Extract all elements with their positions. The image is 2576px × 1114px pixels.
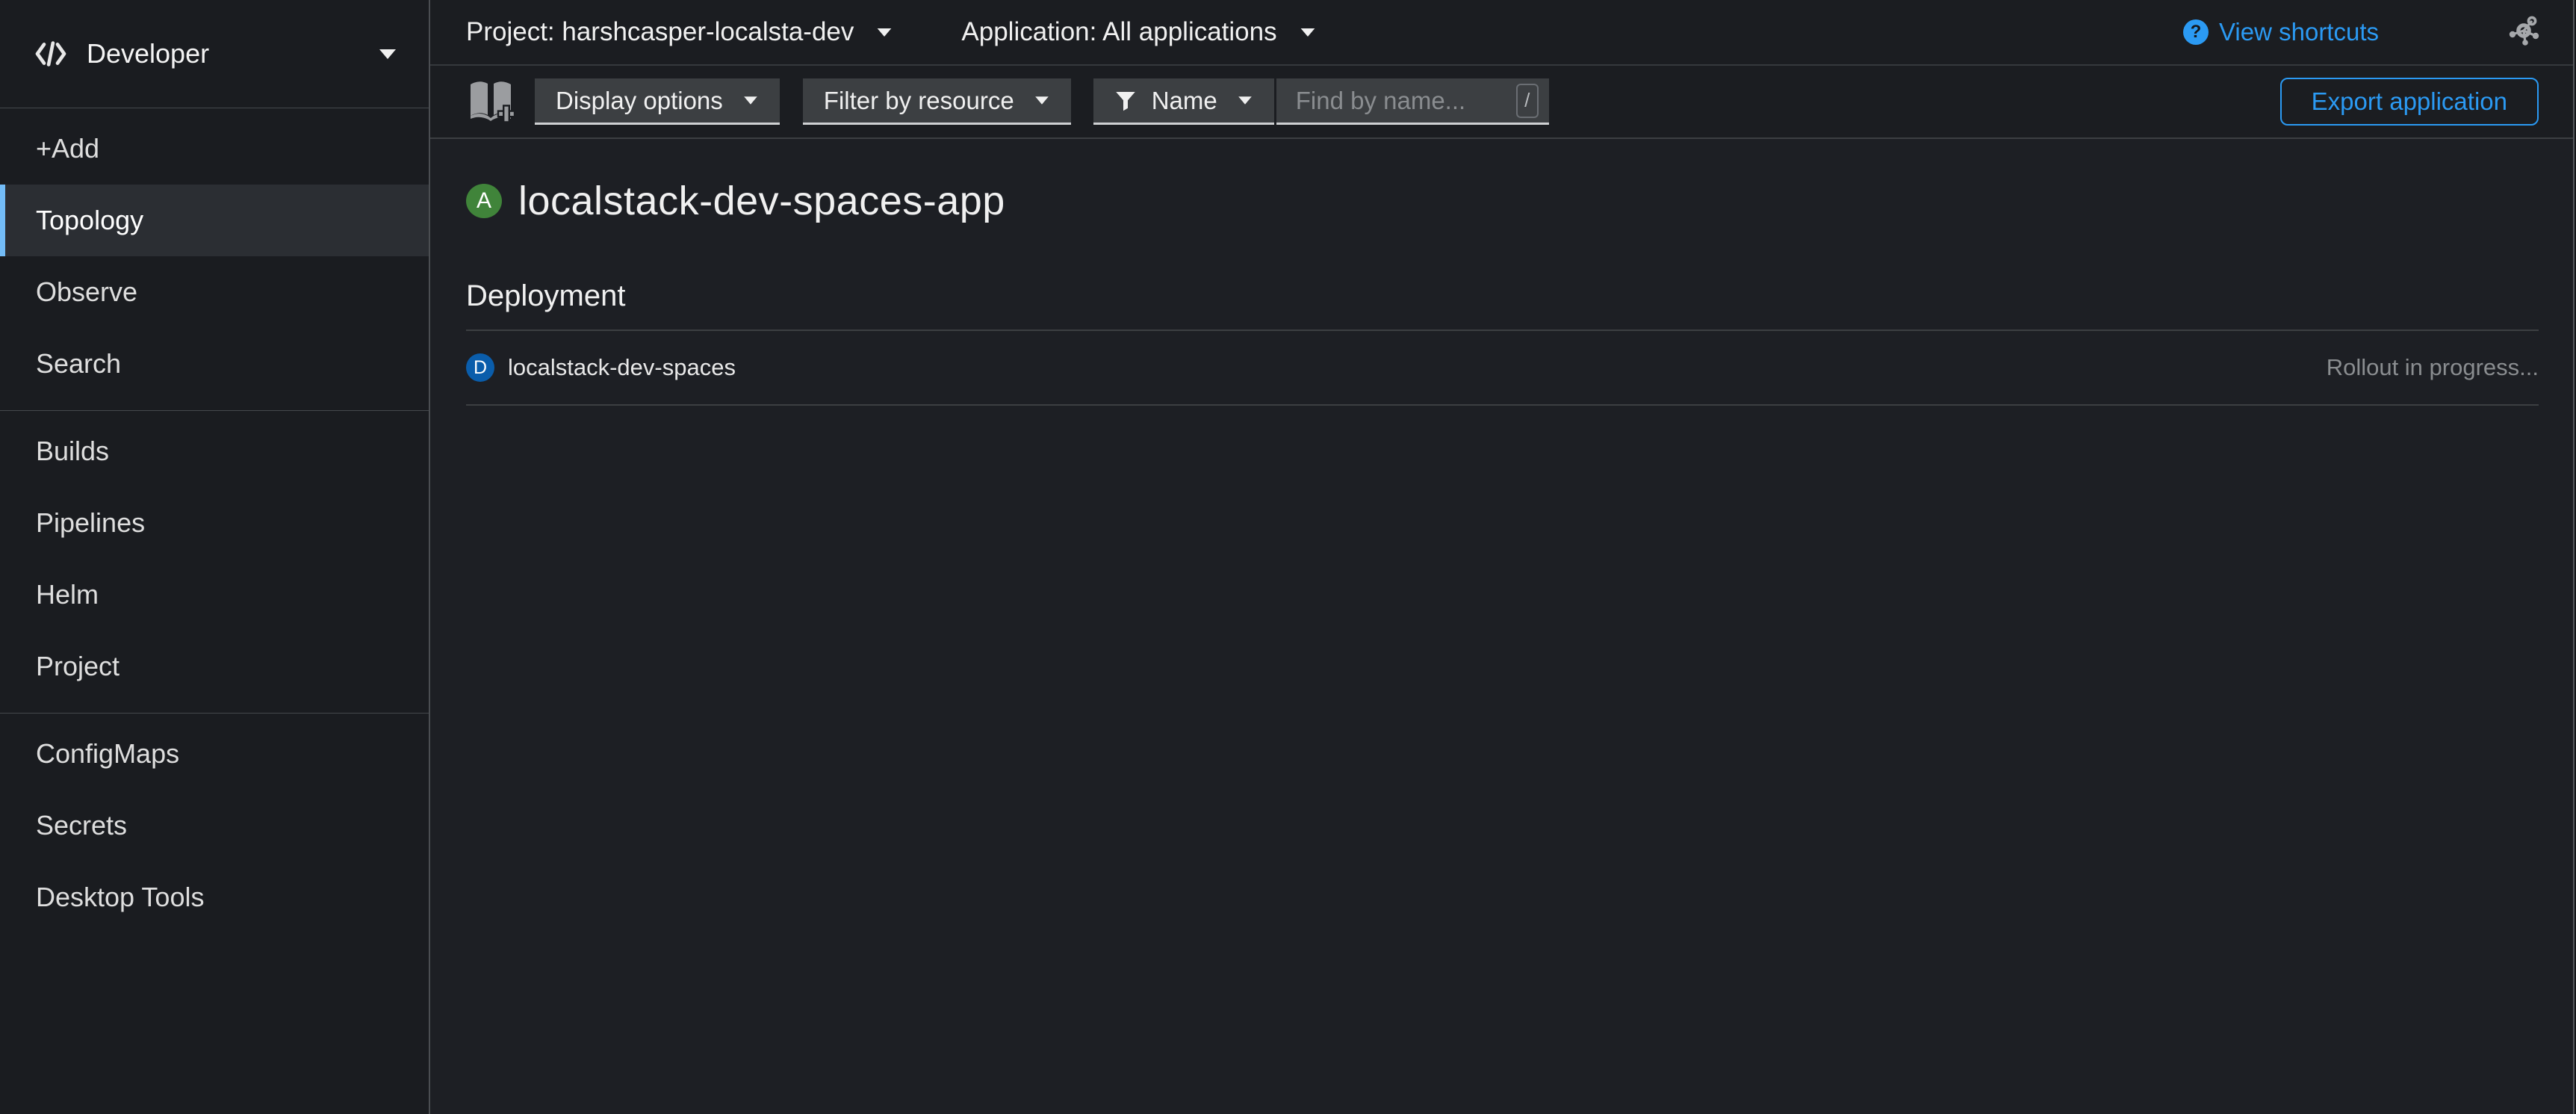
sidebar-item-add[interactable]: +Add [0,113,429,185]
application-group-header: A localstack-dev-spaces-app [466,178,2539,224]
project-dropdown[interactable]: Project: harshcasper-localsta-dev [466,17,893,47]
resource-kind-heading: Deployment [466,279,2539,313]
find-by-name-placeholder: Find by name... [1296,87,1465,115]
chevron-down-icon [1035,96,1049,104]
filter-by-resource-dropdown[interactable]: Filter by resource [803,78,1071,125]
export-application-button[interactable]: Export application [2280,78,2539,126]
main-area: Project: harshcasper-localsta-dev Applic… [430,0,2573,1114]
developer-code-icon [34,40,67,67]
deployment-status: Rollout in progress... [2327,354,2539,381]
sidebar: Developer +Add Topology Observe Search B… [0,0,430,1114]
chevron-down-icon [878,28,892,36]
application-badge: A [466,184,502,218]
sidebar-item-builds[interactable]: Builds [0,415,429,487]
topology-list-view: A localstack-dev-spaces-app Deployment D… [430,139,2573,1114]
chevron-down-icon [1238,96,1252,104]
deployment-row[interactable]: D localstack-dev-spaces Rollout in progr… [466,329,2539,406]
view-shortcuts-link[interactable]: ? View shortcuts [2183,18,2379,46]
perspective-label: Developer [87,38,379,69]
context-bar: Project: harshcasper-localsta-dev Applic… [430,0,2573,66]
display-options-dropdown[interactable]: Display options [535,78,780,125]
filter-type-dropdown[interactable]: Name [1093,78,1274,125]
deployment-badge: D [466,353,494,382]
display-options-label: Display options [556,87,723,115]
chevron-down-icon [1300,28,1315,36]
deployment-name[interactable]: localstack-dev-spaces [508,354,736,381]
context-selectors: Project: harshcasper-localsta-dev Applic… [466,17,1316,47]
nav-group-main: +Add Topology Observe Search [0,108,429,410]
sidebar-item-project[interactable]: Project [0,631,429,702]
chevron-down-icon [379,49,396,59]
nav-group-config: ConfigMaps Secrets Desktop Tools [0,714,429,944]
application-dropdown-label: Application: All applications [961,17,1276,47]
sidebar-item-topology[interactable]: Topology [0,185,429,256]
help-question-icon: ? [2183,19,2209,45]
slash-shortcut-badge: / [1516,84,1539,118]
sidebar-item-pipelines[interactable]: Pipelines [0,487,429,559]
filter-funnel-icon [1114,90,1137,112]
quick-search-book-icon[interactable] [466,78,515,125]
chevron-down-icon [744,96,757,104]
application-dropdown[interactable]: Application: All applications [961,17,1315,47]
app-window: Developer +Add Topology Observe Search B… [0,0,2575,1114]
topology-toolbar: Display options Filter by resource [430,66,2573,139]
sidebar-item-secrets[interactable]: Secrets [0,790,429,861]
sidebar-item-desktop-tools[interactable]: Desktop Tools [0,861,429,933]
context-bar-actions: ? View shortcuts [2183,14,2542,50]
nav-group-build: Builds Pipelines Helm Project [0,411,429,713]
topology-view-icon[interactable] [2506,14,2542,50]
perspective-switcher[interactable]: Developer [0,0,429,108]
sidebar-item-configmaps[interactable]: ConfigMaps [0,718,429,790]
sidebar-item-helm[interactable]: Helm [0,559,429,631]
toolbar-filters: Display options Filter by resource [466,78,1549,125]
find-by-name-input[interactable]: Find by name... / [1276,78,1549,125]
filter-type-label: Name [1152,87,1217,115]
deployment-row-label: D localstack-dev-spaces [466,353,736,382]
application-title: localstack-dev-spaces-app [518,178,1005,224]
project-dropdown-label: Project: harshcasper-localsta-dev [466,17,854,47]
view-shortcuts-label: View shortcuts [2219,18,2379,46]
sidebar-item-search[interactable]: Search [0,328,429,400]
filter-by-resource-label: Filter by resource [824,87,1014,115]
sidebar-item-observe[interactable]: Observe [0,256,429,328]
name-filter-group: Name Find by name... / [1093,78,1549,125]
